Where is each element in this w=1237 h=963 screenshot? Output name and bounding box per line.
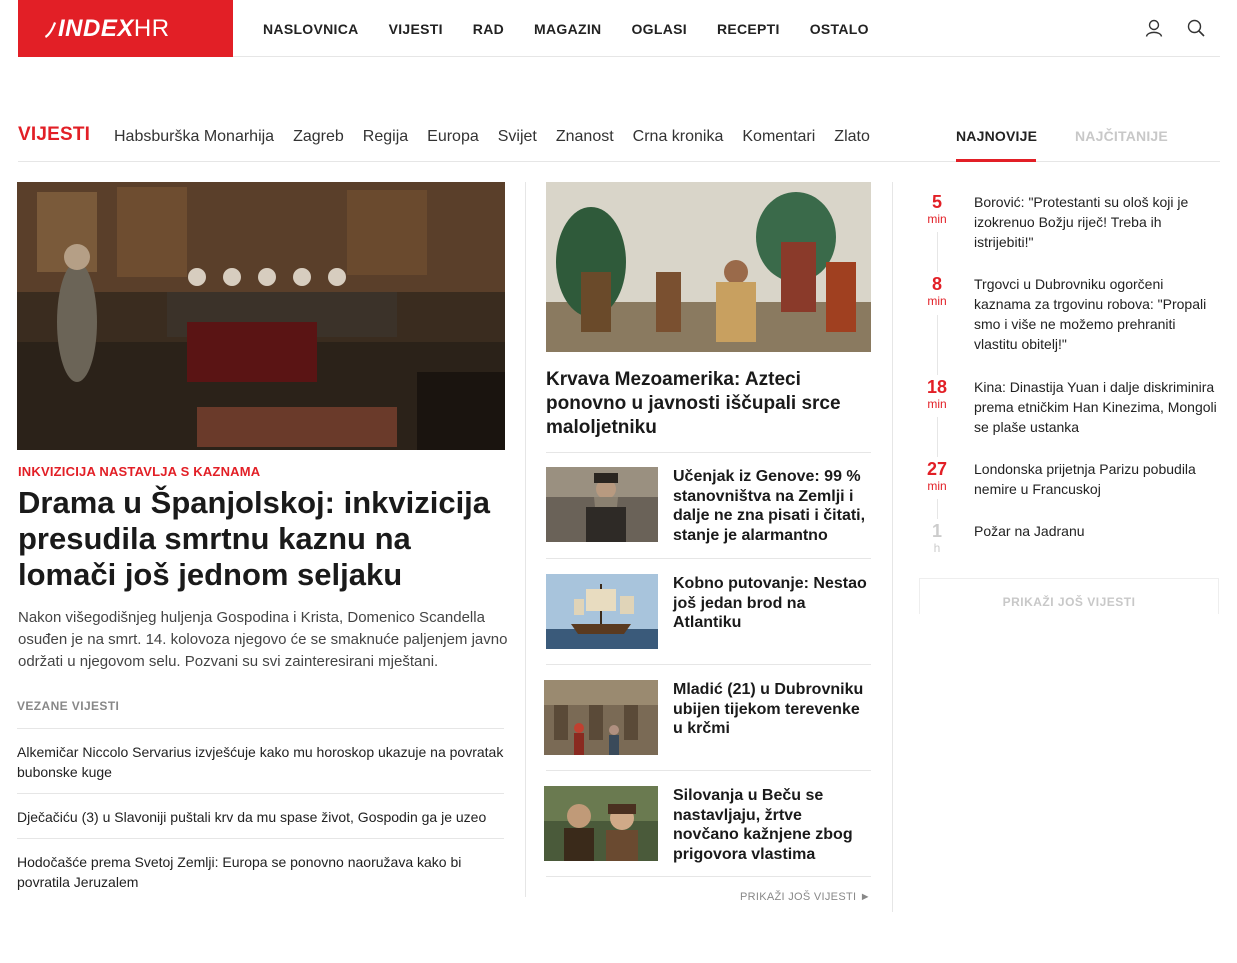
subsection-komentari[interactable]: Komentari	[742, 128, 815, 146]
user-icon[interactable]	[1144, 18, 1164, 38]
subsection-zlato[interactable]: Zlato	[834, 128, 870, 146]
timeline-line	[937, 417, 938, 457]
middle-main-title[interactable]: Krvava Mezoamerika: Azteci ponovno u jav…	[546, 368, 871, 440]
logo-text: INDEX	[58, 14, 134, 42]
lead-kicker[interactable]: INKVIZICIJA NASTAVLJA S KAZNAMA	[18, 464, 260, 479]
section-nav: VIJESTI Habsburška Monarhija Zagreb Regi…	[18, 118, 1220, 162]
tab-najnovije[interactable]: NAJNOVIJE	[956, 118, 1037, 162]
latest-item-title[interactable]: Požar na Jadranu	[974, 521, 1219, 541]
top-header: ﾉ INDEX HR NASLOVNICA VIJESTI RAD MAGAZI…	[18, 0, 1220, 57]
nav-ostalo[interactable]: OSTALO	[810, 21, 869, 37]
subsection-znanost[interactable]: Znanost	[556, 128, 614, 146]
timeline-line	[937, 499, 938, 519]
column-divider	[525, 182, 526, 897]
article-title[interactable]: Silovanja u Beču se nastavljaju, žrtve n…	[673, 786, 868, 864]
subsection-habsburska-monarhija[interactable]: Habsburška Monarhija	[114, 128, 274, 146]
divider	[546, 664, 871, 665]
divider	[546, 876, 871, 877]
related-list: Alkemičar Niccolo Servarius izvješćuje k…	[17, 728, 504, 892]
related-item[interactable]: Hodočašće prema Svetoj Zemlji: Europa se…	[17, 838, 504, 892]
nav-magazin[interactable]: MAGAZIN	[534, 21, 601, 37]
time-ago: 5 min	[927, 192, 947, 226]
middle-article-image[interactable]	[546, 182, 871, 352]
search-icon[interactable]	[1186, 18, 1206, 38]
time-ago: 8 min	[927, 274, 947, 308]
article-thumbnail[interactable]	[546, 574, 658, 649]
time-ago: 1 h	[931, 521, 942, 555]
related-item[interactable]: Alkemičar Niccolo Servarius izvješćuje k…	[17, 728, 504, 793]
nav-vijesti[interactable]: VIJESTI	[389, 21, 443, 37]
lead-description: Nakon višegodišnjeg huljenja Gospodina i…	[18, 609, 508, 670]
latest-item-title[interactable]: Borović: "Protestanti su ološ koji je iz…	[974, 192, 1219, 252]
site-logo[interactable]: ﾉ INDEX HR	[18, 0, 233, 57]
article-thumbnail[interactable]	[546, 467, 658, 542]
subsection-regija[interactable]: Regija	[363, 128, 408, 146]
lead-title[interactable]: Drama u Španjolskoj: inkvizicija presudi…	[18, 485, 508, 593]
logo-suffix: HR	[133, 14, 170, 42]
latest-item-title[interactable]: Kina: Dinastija Yuan i dalje diskriminir…	[974, 377, 1219, 437]
news-tabs: NAJNOVIJE NAJČITANIJE	[956, 118, 1207, 162]
timeline-line	[937, 315, 938, 375]
nav-naslovnica[interactable]: NASLOVNICA	[263, 21, 359, 37]
latest-item-title[interactable]: Londonska prijetnja Parizu pobudila nemi…	[974, 459, 1219, 499]
lead-article-image[interactable]	[17, 182, 505, 450]
related-label: VEZANE VIJESTI	[17, 699, 120, 713]
latest-item-title[interactable]: Trgovci u Dubrovniku ogorčeni kaznama za…	[974, 274, 1219, 354]
section-title[interactable]: VIJESTI	[18, 124, 90, 146]
subsection-zagreb[interactable]: Zagreb	[293, 128, 344, 146]
article-title[interactable]: Učenjak iz Genove: 99 % stanovništva na …	[673, 467, 868, 545]
subsection-europa[interactable]: Europa	[427, 128, 479, 146]
article-thumbnail[interactable]	[544, 786, 658, 861]
time-ago: 18 min	[926, 377, 948, 411]
subsection-list: Habsburška Monarhija Zagreb Regija Europ…	[114, 128, 889, 146]
divider	[546, 770, 871, 771]
show-more-latest-button[interactable]: PRIKAŽI JOŠ VIJESTI	[919, 578, 1219, 614]
timeline-line	[937, 232, 938, 272]
divider	[546, 558, 871, 559]
nav-rad[interactable]: RAD	[473, 21, 504, 37]
tab-najcitanije[interactable]: NAJČITANIJE	[1075, 118, 1168, 162]
subsection-svijet[interactable]: Svijet	[498, 128, 537, 146]
divider	[546, 452, 871, 453]
nav-oglasi[interactable]: OGLASI	[631, 21, 686, 37]
related-item[interactable]: Dječačiću (3) u Slavoniji puštali krv da…	[17, 793, 504, 838]
logo-mark-icon: ﾉ	[44, 18, 54, 42]
show-more-button[interactable]: PRIKAŽI JOŠ VIJESTI ►	[740, 891, 871, 903]
article-title[interactable]: Mladić (21) u Dubrovniku ubijen tijekom …	[673, 680, 868, 739]
subsection-crna-kronika[interactable]: Crna kronika	[633, 128, 724, 146]
time-ago: 27 min	[926, 459, 948, 493]
nav-recepti[interactable]: RECEPTI	[717, 21, 780, 37]
article-thumbnail[interactable]	[544, 680, 658, 755]
main-nav: NASLOVNICA VIJESTI RAD MAGAZIN OGLASI RE…	[263, 0, 899, 57]
column-divider	[892, 182, 893, 912]
article-title[interactable]: Kobno putovanje: Nestao još jedan brod n…	[673, 574, 868, 633]
